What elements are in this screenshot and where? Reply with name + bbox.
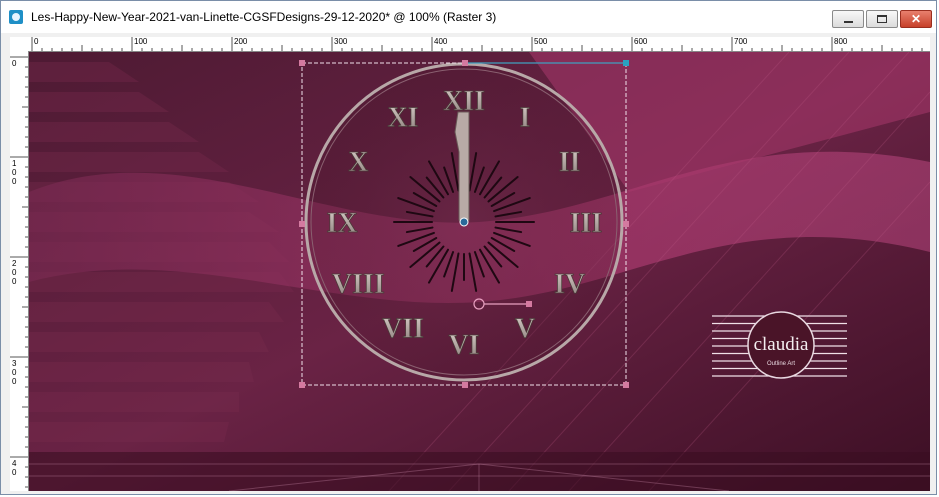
ruler-label: 0 (34, 37, 39, 46)
maximize-button[interactable] (866, 10, 898, 28)
clock-numeral: III (570, 208, 603, 239)
ruler-label: 700 (734, 37, 748, 46)
ruler-label: 300 (12, 359, 17, 386)
clock: XIIIIIIIIIVVVIVIIVIIIIXXXI (304, 62, 624, 382)
clock-numeral: XI (387, 102, 418, 133)
ruler-label: 200 (12, 259, 17, 286)
handle-top-left[interactable] (299, 60, 305, 66)
ruler-label: 300 (334, 37, 348, 46)
ruler-label: 800 (834, 37, 848, 46)
clock-center-pin (459, 217, 469, 227)
maximize-icon (877, 15, 887, 23)
artwork: XIIIIIIIIIVVVIVIIVIIIIXXXI claudia Outli… (29, 52, 930, 491)
ruler-label: 40 (12, 459, 17, 477)
clock-numeral: VIII (332, 269, 385, 300)
horizontal-ruler[interactable]: 0 100 200 300 400 500 600 700 800 (28, 37, 930, 52)
window-title: Les-Happy-New-Year-2021-van-Linette-CGSF… (31, 10, 497, 24)
watermark-name: claudia (754, 334, 809, 355)
clock-numeral: V (515, 314, 535, 345)
clock-numeral: I (520, 102, 531, 133)
vertical-ruler[interactable]: 0 100 200 300 40 (10, 51, 29, 491)
handle-top[interactable] (462, 60, 468, 66)
clock-numeral: VI (448, 330, 479, 361)
clock-numeral: X (348, 147, 368, 178)
handle-top-right[interactable] (623, 60, 629, 66)
app-icon (9, 10, 23, 24)
minimize-button[interactable] (832, 10, 864, 28)
title-bar[interactable]: Les-Happy-New-Year-2021-van-Linette-CGSF… (1, 1, 936, 33)
ruler-label: 600 (634, 37, 648, 46)
clock-numeral: VII (382, 314, 424, 345)
handle-right[interactable] (623, 221, 629, 227)
clock-numeral: IV (554, 269, 585, 300)
ruler-label: 400 (434, 37, 448, 46)
image-window: Les-Happy-New-Year-2021-van-Linette-CGSF… (0, 0, 937, 495)
close-button[interactable]: ✕ (900, 10, 932, 28)
handle-bottom[interactable] (462, 382, 468, 388)
rotation-handle[interactable] (526, 301, 532, 307)
clock-numeral: IX (326, 208, 357, 239)
ruler-label: 200 (234, 37, 248, 46)
ruler-label: 100 (12, 159, 17, 186)
close-icon: ✕ (910, 12, 922, 26)
ruler-corner (10, 37, 29, 52)
minimize-icon (844, 21, 853, 23)
handle-bottom-left[interactable] (299, 382, 305, 388)
ruler-label: 100 (134, 37, 148, 46)
horizontal-ruler-ticks (31, 37, 923, 51)
clock-numeral: II (559, 147, 581, 178)
image-canvas[interactable]: XII I II III IV V VI VII VIII IX X XI claudia Outli… (29, 52, 930, 491)
watermark-sub: Outline Art (767, 361, 795, 367)
handle-bottom-right[interactable] (623, 382, 629, 388)
ruler-label: 500 (534, 37, 548, 46)
ruler-label: 0 (12, 59, 17, 68)
handle-left[interactable] (299, 221, 305, 227)
